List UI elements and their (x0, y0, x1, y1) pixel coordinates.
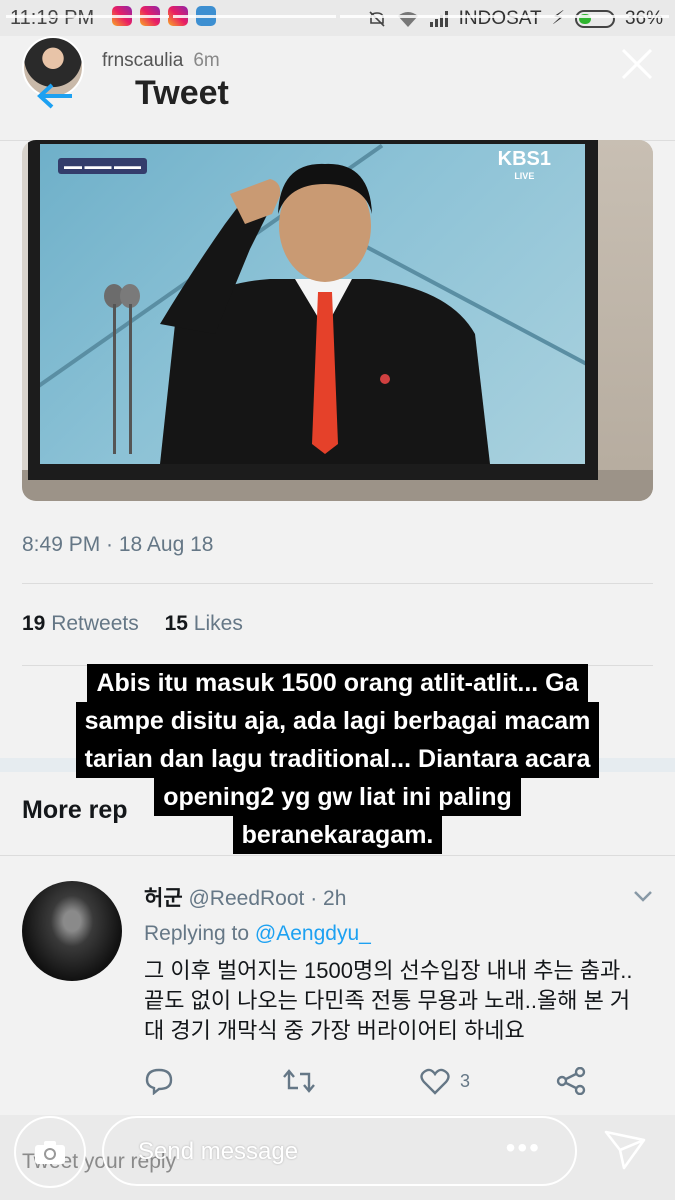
retweet-icon (283, 1069, 315, 1093)
likes-stat[interactable]: 15 Likes (165, 612, 243, 635)
overlay-line: sampe disitu aja, ada lagi berbagai maca… (75, 702, 600, 740)
reply-actions: 3 (144, 1066, 594, 1096)
page-title: Tweet (135, 74, 229, 112)
channel-sub: LIVE (514, 171, 535, 181)
replying-handle-link[interactable]: @Aengdyu_ (255, 922, 371, 945)
heart-icon (420, 1068, 450, 1095)
carrier-name: INDOSAT (458, 7, 542, 29)
battery-icon (574, 9, 615, 28)
retweets-label: Retweets (51, 612, 139, 635)
divider (22, 583, 653, 584)
story-progress (6, 15, 669, 18)
share-icon (556, 1067, 586, 1095)
reply-text: 그 이후 벌어지는 1500명의 선수입장 내내 추는 춤과..끝도 없이 나오… (144, 958, 633, 1043)
header: frnscaulia 6m Tweet (0, 36, 675, 141)
close-icon[interactable] (615, 42, 659, 86)
mute-icon (369, 10, 385, 27)
tv-screen: ▬▬ ▬▬▬ ▬▬▬ KBS1 LIVE (40, 144, 585, 464)
wifi-icon (397, 11, 418, 27)
retweets-count: 19 (22, 612, 46, 635)
more-options-icon[interactable]: ••• (506, 1132, 541, 1164)
send-message-placeholder: Send message (138, 1138, 299, 1165)
share-action[interactable] (556, 1066, 586, 1096)
likes-count: 15 (164, 612, 188, 635)
retweet-action[interactable] (282, 1066, 316, 1096)
story-username[interactable]: frnscaulia (102, 50, 183, 71)
story-text-overlay: Abis itu masuk 1500 orang atlit-atlit...… (0, 664, 675, 854)
like-action[interactable]: 3 (420, 1066, 470, 1096)
send-message-input[interactable]: Send message ••• (102, 1116, 577, 1186)
chevron-down-icon[interactable] (631, 884, 655, 908)
replying-prefix: Replying to (144, 922, 250, 945)
status-time: 11:19 PM (10, 7, 95, 29)
reply-avatar[interactable] (22, 881, 122, 981)
back-arrow-icon[interactable] (36, 82, 76, 110)
reply-display-name[interactable]: 허군 (144, 887, 183, 910)
battery-percent: 36% (624, 7, 663, 29)
reply-action[interactable] (144, 1066, 174, 1096)
likes-label: Likes (193, 612, 243, 635)
wall-decor (598, 140, 653, 501)
reply-icon (145, 1068, 173, 1095)
reply-handle[interactable]: @ReedRoot (188, 887, 304, 910)
status-right: INDOSAT ⚡ 36% (367, 7, 663, 30)
camera-button[interactable] (14, 1116, 86, 1188)
tweet-timestamp: 8:49 PM · 18 Aug 18 (22, 533, 214, 556)
replying-to: Replying to @Aengdyu_ (144, 922, 371, 946)
reply-header: 허군 @ReedRoot · 2h (144, 882, 346, 912)
send-icon[interactable] (602, 1126, 648, 1172)
reply-time: · 2h (310, 887, 347, 910)
status-bar: 11:19 PM INDOSAT ⚡ 36% (0, 0, 675, 36)
story-age: 6m (193, 50, 220, 71)
camera-icon (35, 1141, 65, 1164)
reply-tweet[interactable]: 허군 @ReedRoot · 2h Replying to @Aengdyu_ … (0, 855, 675, 1116)
charging-icon: ⚡ (551, 8, 565, 29)
like-count: 3 (460, 1070, 471, 1091)
overlay-line: opening2 yg gw liat ini paling (154, 778, 521, 816)
tweet-media[interactable]: ▬▬ ▬▬▬ ▬▬▬ KBS1 LIVE (22, 140, 653, 501)
tv-frame: ▬▬ ▬▬▬ ▬▬▬ KBS1 LIVE (28, 140, 598, 480)
retweets-stat[interactable]: 19 Retweets (22, 612, 139, 635)
tweet-stats: 19 Retweets 15 Likes (22, 612, 243, 636)
saluting-person-image (160, 163, 490, 464)
overlay-line: Abis itu masuk 1500 orang atlit-atlit...… (87, 664, 588, 702)
signal-icon (429, 10, 448, 27)
story-user: frnscaulia 6m (102, 50, 220, 72)
overlay-line: beranekaragam. (232, 816, 443, 854)
overlay-line: tarian dan lagu traditional... Diantara … (75, 740, 600, 778)
